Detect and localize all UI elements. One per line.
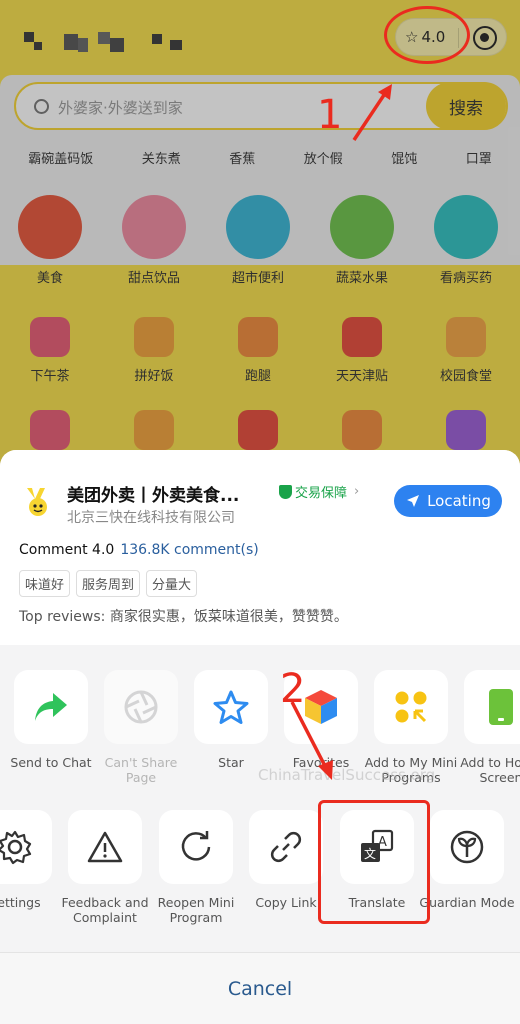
bowl-icon	[134, 317, 174, 357]
badge-icon	[342, 410, 382, 450]
mini-program-info-card: 美团外卖丨外卖美食... 交易保障 › 北京三快在线科技有限公司 Locatin…	[0, 450, 520, 645]
aperture-icon	[124, 690, 158, 724]
runner-icon	[238, 317, 278, 357]
category-row3-item[interactable]	[416, 400, 516, 450]
app-title: 美团外卖丨外卖美食...	[67, 486, 240, 506]
medkit-icon	[434, 195, 498, 259]
strawberry-icon	[330, 195, 394, 259]
search-placeholder: 外婆家·外婆送到家	[58, 99, 183, 117]
translate-icon: A 文	[361, 829, 394, 862]
basket-icon	[226, 195, 290, 259]
category-errand[interactable]: 跑腿	[208, 307, 308, 384]
food-icon	[18, 195, 82, 259]
meituan-logo-icon	[20, 483, 56, 519]
action-sheet: 美团外卖丨外卖美食... 交易保障 › 北京三快在线科技有限公司 Locatin…	[0, 450, 520, 1024]
dessert-icon	[122, 195, 186, 259]
food-bowl-icon	[134, 410, 174, 450]
category-row3-item[interactable]	[208, 400, 308, 450]
quick-tag[interactable]: 关东煮	[142, 148, 181, 167]
category-fruit[interactable]: 蔬菜水果	[312, 195, 412, 286]
phone-icon	[489, 689, 513, 725]
quick-tag[interactable]: 放个假	[304, 148, 343, 167]
category-row3-item[interactable]	[104, 400, 204, 450]
location-arrow-icon	[407, 495, 420, 507]
copy-link-button[interactable]: Copy Link	[236, 810, 336, 910]
category-group-meal[interactable]: 拼好饭	[104, 307, 204, 384]
category-subsidy[interactable]: 天天津贴	[312, 307, 412, 384]
reopen-mini-program-button[interactable]: Reopen Mini Program	[146, 810, 246, 925]
svg-text:文: 文	[364, 846, 376, 861]
reload-icon	[181, 831, 211, 861]
rating-value: 4.0	[421, 28, 446, 46]
category-food[interactable]: 美食	[0, 195, 100, 286]
trade-guarantee-link[interactable]: 交易保障 ›	[279, 482, 359, 501]
category-medicine[interactable]: 看病买药	[416, 195, 516, 286]
cant-share-page-button[interactable]: Can't Share Page	[91, 670, 191, 785]
gift-icon	[238, 410, 278, 450]
red-packet-icon	[342, 317, 382, 357]
add-to-my-mini-programs-button[interactable]: Add to My Mini Programs	[361, 670, 461, 785]
quick-tag[interactable]: 口罩	[466, 148, 492, 167]
cube-icon	[305, 690, 337, 724]
guardian-mode-button[interactable]: Guardian Mode	[417, 810, 517, 910]
rating-button[interactable]: ☆ 4.0	[405, 28, 445, 46]
review-tags: 味道好 服务周到 分量大	[19, 570, 198, 597]
company-name: 北京三快在线科技有限公司	[67, 510, 235, 526]
comment-count-link[interactable]: 136.8K comment(s)	[120, 542, 258, 558]
capsule-divider	[458, 28, 459, 48]
review-tag: 味道好	[19, 570, 71, 597]
action-row-share: Send to Chat Can't Share Page Star Favor…	[0, 670, 520, 810]
gear-icon	[0, 830, 32, 865]
quick-tag[interactable]: 香蕉	[229, 148, 255, 167]
category-desserts[interactable]: 甜点饮品	[104, 195, 204, 286]
quick-tag[interactable]: 霸碗盖码饭	[28, 148, 93, 167]
mini-program-background: ☆ 4.0 外婆家·外婆送到家 搜索 霸碗盖码饭 关东煮 香蕉 放个假 馄饨 口…	[0, 0, 520, 470]
clock-icon	[446, 317, 486, 357]
bag-icon	[446, 410, 486, 450]
quick-tag[interactable]: 馄饨	[391, 148, 417, 167]
shield-check-icon	[279, 484, 292, 499]
category-row3-item[interactable]	[0, 400, 100, 450]
chevron-right-icon: ›	[354, 484, 360, 499]
feedback-complaint-button[interactable]: Feedback and Complaint	[55, 810, 155, 925]
star-icon	[213, 690, 249, 724]
star-outline-icon: ☆	[405, 28, 419, 46]
action-row-tools: Settings Feedback and Complaint Reopen M…	[0, 810, 520, 950]
cancel-button[interactable]: Cancel	[0, 953, 520, 1024]
locating-button[interactable]: Locating	[394, 485, 502, 517]
translate-button[interactable]: A 文 Translate	[327, 810, 427, 910]
star-button[interactable]: Star	[181, 670, 281, 770]
review-tag: 服务周到	[76, 570, 141, 597]
warning-icon	[87, 831, 123, 863]
category-afternoon-tea[interactable]: 下午茶	[0, 307, 100, 384]
send-to-chat-button[interactable]: Send to Chat	[1, 670, 101, 770]
category-supermarket[interactable]: 超市便利	[208, 195, 308, 286]
search-button[interactable]: 搜索	[426, 82, 506, 130]
menu-capsule[interactable]: ☆ 4.0	[395, 18, 507, 56]
flower-icon	[30, 410, 70, 450]
category-canteen[interactable]: 校园食堂	[416, 307, 516, 384]
comment-summary: Comment 4.0 136.8K comment(s)	[19, 542, 259, 558]
share-arrow-icon	[35, 693, 67, 721]
link-icon	[270, 831, 302, 863]
add-to-home-screen-button[interactable]: Add to Home Screen	[451, 670, 520, 785]
close-target-icon[interactable]	[473, 26, 497, 50]
top-reviews: Top reviews: 商家很实惠，饭菜味道很美，赞赞赞。	[19, 609, 348, 625]
teacup-icon	[30, 317, 70, 357]
grid-dots-icon	[395, 691, 427, 723]
category-row3-item[interactable]	[312, 400, 412, 450]
search-input[interactable]: 外婆家·外婆送到家 搜索	[14, 82, 508, 130]
review-tag: 分量大	[146, 570, 198, 597]
pixelated-title	[24, 30, 194, 56]
favorites-button[interactable]: Favorites	[271, 670, 371, 770]
quick-tags: 霸碗盖码饭 关东煮 香蕉 放个假 馄饨 口罩	[0, 148, 520, 167]
search-icon	[34, 99, 49, 114]
sprout-icon	[450, 830, 484, 864]
